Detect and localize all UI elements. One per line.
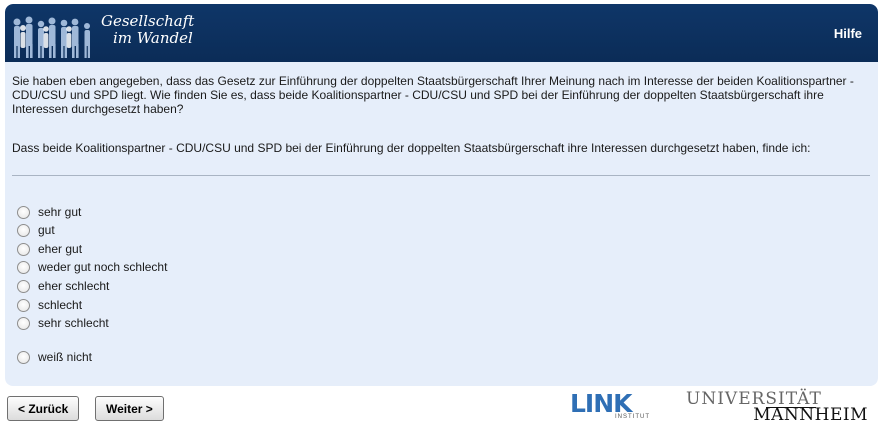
- radio-button[interactable]: [17, 242, 30, 256]
- survey-panel: Gesellschaft im Wandel Hilfe Sie haben e…: [5, 4, 878, 386]
- link-institut-logo: LINK INSTITUT: [570, 391, 652, 423]
- radio-button[interactable]: [17, 316, 30, 330]
- link-logo-sub: INSTITUT: [615, 414, 650, 420]
- option-label: eher schlecht: [38, 279, 110, 293]
- question-intro: Sie haben eben angegeben, dass das Geset…: [12, 74, 854, 116]
- option-eher-gut[interactable]: eher gut: [17, 241, 82, 257]
- logo-wordmark: Gesellschaft im Wandel: [101, 13, 194, 47]
- option-weiss-nicht[interactable]: weiß nicht: [17, 349, 92, 365]
- option-label: sehr gut: [38, 205, 82, 219]
- option-gut[interactable]: gut: [17, 222, 55, 238]
- help-link[interactable]: Hilfe: [834, 26, 862, 41]
- radio-button[interactable]: [17, 279, 30, 293]
- question-text: Sie haben eben angegeben, dass das Geset…: [12, 74, 872, 155]
- radio-button[interactable]: [17, 350, 30, 364]
- next-button[interactable]: Weiter >: [95, 396, 164, 421]
- radio-button[interactable]: [17, 260, 30, 274]
- option-label: weder gut noch schlecht: [38, 260, 168, 274]
- radio-button[interactable]: [17, 223, 30, 237]
- option-label: sehr schlecht: [38, 316, 109, 330]
- header-bar: Gesellschaft im Wandel Hilfe: [5, 4, 878, 62]
- option-label: weiß nicht: [38, 350, 93, 364]
- radio-button[interactable]: [17, 205, 30, 219]
- question-prompt: Dass beide Koalitionspartner - CDU/CSU u…: [12, 141, 811, 155]
- back-button[interactable]: < Zurück: [7, 396, 80, 421]
- option-label: schlecht: [38, 298, 83, 312]
- option-sehr-schlecht[interactable]: sehr schlecht: [17, 315, 109, 331]
- option-schlecht[interactable]: schlecht: [17, 297, 82, 313]
- option-label: gut: [38, 223, 55, 237]
- uni-mannheim-logo: UNIVERSITÄT MANNHEIM: [686, 390, 868, 426]
- option-label: eher gut: [38, 242, 83, 256]
- uni-logo-line2: MANNHEIM: [753, 405, 868, 425]
- logo-line1: Gesellschaft: [101, 12, 195, 30]
- option-eher-schlecht[interactable]: eher schlecht: [17, 278, 109, 294]
- option-sehr-gut[interactable]: sehr gut: [17, 204, 81, 220]
- radio-button[interactable]: [17, 298, 30, 312]
- divider: [12, 175, 870, 176]
- option-weder-gut-noch-schlecht[interactable]: weder gut noch schlecht: [17, 259, 167, 275]
- people-silhouette-logo: [13, 16, 90, 58]
- logo-line2: im Wandel: [113, 29, 193, 47]
